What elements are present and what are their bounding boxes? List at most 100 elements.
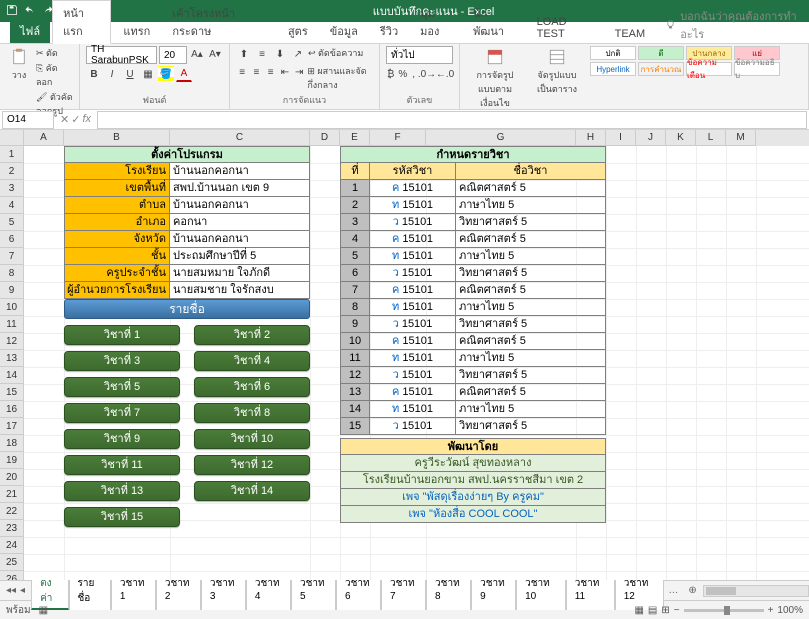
tell-me[interactable]: บอกฉันว่าคุณต้องการทำอะไร [665,7,809,43]
settings-value[interactable]: นายสมชาย ใจรักสงบ [170,282,310,299]
sheet-nav-prev-icon[interactable]: ◂ [20,585,25,596]
subject-code[interactable]: ว 15101 [370,367,456,384]
dev-link[interactable]: เพจ "พัสดุเรื่องง่ายๆ By ครูคม" [340,489,606,506]
subject-code[interactable]: ท 15101 [370,248,456,265]
outdent-button[interactable]: ⇤ [279,64,291,80]
macro-record-icon[interactable]: ▦ [39,605,48,616]
subject-code[interactable]: ค 15101 [370,333,456,350]
row-header[interactable]: 22 [0,503,24,520]
subject-name[interactable]: วิทยาศาสตร์ 5 [456,418,606,435]
row-header[interactable]: 23 [0,520,24,537]
name-box[interactable]: O14 [2,111,54,129]
subject-name[interactable]: ภาษาไทย 5 [456,248,606,265]
italic-button[interactable]: I [104,66,120,82]
align-center-button[interactable]: ≡ [250,64,262,80]
subject-code[interactable]: ท 15101 [370,401,456,418]
worksheet-grid[interactable]: ABCDEFGHIJKLM 12345678910111213141516171… [0,130,809,580]
subject-button-4[interactable]: วิชาที่ 4 [194,351,310,371]
row-header[interactable]: 19 [0,452,24,469]
row-header[interactable]: 5 [0,214,24,231]
subject-button-2[interactable]: วิชาที่ 2 [194,325,310,345]
zoom-in-button[interactable]: + [768,605,774,616]
accounting-button[interactable]: ₿ [386,66,395,82]
row-header[interactable]: 11 [0,316,24,333]
view-pagebreak-icon[interactable]: ⊞ [661,605,669,616]
subject-name[interactable]: คณิตศาสตร์ 5 [456,384,606,401]
sheet-nav-first-icon[interactable]: ◂◂ [6,585,16,596]
tab-0[interactable]: หน้าแรก [52,0,111,44]
subject-name[interactable]: วิทยาศาสตร์ 5 [456,265,606,282]
align-right-button[interactable]: ≡ [265,64,277,80]
subject-code[interactable]: ท 15101 [370,350,456,367]
comma-button[interactable]: , [410,66,417,82]
font-name-combo[interactable]: TH SarabunPSK [86,46,157,64]
subject-code[interactable]: ท 15101 [370,197,456,214]
font-size-combo[interactable]: 20 [159,46,187,64]
style-cell[interactable]: ปกติ [590,46,636,60]
col-header[interactable]: M [726,130,756,146]
subject-code[interactable]: ว 15101 [370,316,456,333]
orientation-button[interactable]: ↗ [290,46,306,62]
style-cell[interactable]: การคำนวณ [638,62,684,76]
settings-value[interactable]: สพป.บ้านนอก เขต 9 [170,180,310,197]
row-header[interactable]: 15 [0,384,24,401]
style-cell[interactable]: ดี [638,46,684,60]
save-icon[interactable] [6,4,18,19]
row-header[interactable]: 17 [0,418,24,435]
zoom-level[interactable]: 100% [777,605,803,616]
align-left-button[interactable]: ≡ [236,64,248,80]
names-title[interactable]: รายชื่อ [64,299,310,319]
subject-name[interactable]: วิทยาศาสตร์ 5 [456,214,606,231]
row-header[interactable]: 16 [0,401,24,418]
conditional-format-button[interactable]: การจัดรูปแบบตามเงื่อนไข [466,46,524,112]
subject-name[interactable]: ภาษาไทย 5 [456,197,606,214]
cut-button[interactable]: ✂ ตัด [36,46,73,60]
formula-input[interactable] [97,111,807,129]
row-header[interactable]: 2 [0,163,24,180]
cancel-icon[interactable]: ✕ [60,113,69,126]
subject-code[interactable]: ว 15101 [370,418,456,435]
tab-3[interactable]: สูตร [278,19,318,43]
fx-icon[interactable]: fx [82,113,91,126]
bold-button[interactable]: B [86,66,102,82]
subject-code[interactable]: ท 15101 [370,299,456,316]
settings-value[interactable]: ประถมศึกษาปีที่ 5 [170,248,310,265]
row-header[interactable]: 8 [0,265,24,282]
subject-button-14[interactable]: วิชาที่ 14 [194,481,310,501]
subject-name[interactable]: ภาษาไทย 5 [456,350,606,367]
row-header[interactable]: 4 [0,197,24,214]
shrink-font-button[interactable]: A▾ [207,46,223,62]
row-header[interactable]: 3 [0,180,24,197]
tab-file[interactable]: ไฟล์ [10,19,50,43]
subject-name[interactable]: คณิตศาสตร์ 5 [456,333,606,350]
select-all-corner[interactable] [0,130,24,146]
subject-button-10[interactable]: วิชาที่ 10 [194,429,310,449]
subject-button-6[interactable]: วิชาที่ 6 [194,377,310,397]
col-header[interactable]: L [696,130,726,146]
horizontal-scrollbar[interactable] [703,585,809,597]
indent-button[interactable]: ⇥ [293,64,305,80]
col-header[interactable]: D [310,130,340,146]
tab-1[interactable]: แทรก [113,19,160,43]
tab-4[interactable]: ข้อมูล [320,19,368,43]
subject-name[interactable]: คณิตศาสตร์ 5 [456,231,606,248]
style-cell[interactable]: ข้อความอธิบ [734,62,780,76]
subject-code[interactable]: ค 15101 [370,282,456,299]
view-pagelayout-icon[interactable]: ▤ [648,605,657,616]
subject-code[interactable]: ค 15101 [370,180,456,197]
dev-link[interactable]: เพจ "ห้องสื่อ COOL COOL" [340,506,606,523]
settings-value[interactable]: บ้านนอกคอกนา [170,163,310,180]
tab-6[interactable]: มุมมอง [410,1,461,43]
col-header[interactable]: G [426,130,576,146]
subject-button-8[interactable]: วิชาที่ 8 [194,403,310,423]
zoom-slider[interactable] [684,609,764,612]
align-bottom-button[interactable]: ⬇ [272,46,288,62]
merge-button[interactable]: ⊞ ผสานและจัดกึ่งกลาง [307,64,373,92]
col-header[interactable]: K [666,130,696,146]
subject-button-3[interactable]: วิชาที่ 3 [64,351,180,371]
subject-name[interactable]: วิทยาศาสตร์ 5 [456,367,606,384]
grow-font-button[interactable]: A▴ [189,46,205,62]
subject-name[interactable]: ภาษาไทย 5 [456,299,606,316]
fill-color-button[interactable]: 🪣 [158,66,174,82]
settings-value[interactable]: บ้านนอกคอกนา [170,231,310,248]
